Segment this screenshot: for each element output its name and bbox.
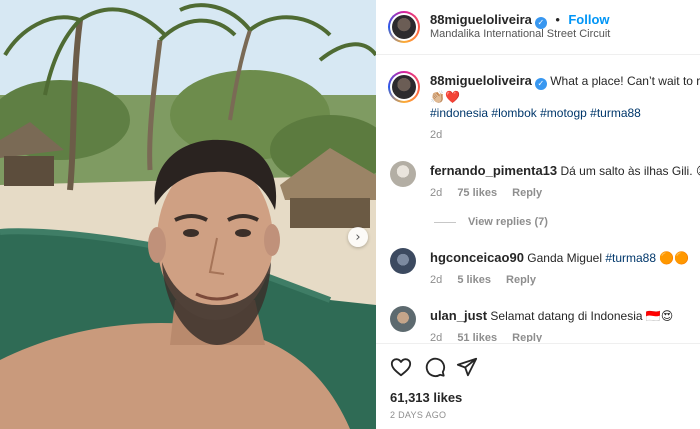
comment-meta: 2d 5 likes Reply	[430, 274, 548, 286]
view-replies-label: View replies (7)	[468, 216, 548, 228]
post-actions: 61,313 likes 2 DAYS AGO	[376, 343, 700, 429]
comment-emoji: 🟠🟠	[659, 251, 690, 265]
selfie-illustration	[0, 0, 376, 429]
comments-section: 88migueloliveira ✓ What a place! Can’t wa…	[376, 56, 700, 342]
location-link[interactable]: Mandalika International Street Circuit	[430, 28, 610, 40]
comment-meta: 2d 75 likes Reply	[430, 187, 554, 199]
likes-count[interactable]: 61,313 likes	[390, 390, 462, 405]
hashtag-link[interactable]: #turma88	[590, 106, 641, 120]
comment-body: Selamat datang di Indonesia 🇮🇩😍	[490, 309, 674, 323]
comment-time: 2d	[430, 187, 443, 199]
reply-button[interactable]: Reply	[512, 332, 542, 342]
hashtag-link[interactable]: #indonesia	[430, 106, 488, 120]
caption-author-avatar[interactable]	[388, 71, 420, 103]
paper-plane-icon[interactable]	[456, 356, 478, 378]
comment-meta: 2d 51 likes Reply	[430, 332, 554, 342]
post-photo[interactable]: ›	[0, 0, 376, 429]
post-side-panel: 88migueloliveira ✓ • Follow Mandalika Int…	[376, 0, 700, 429]
hashtag-link[interactable]: #turma88	[605, 251, 656, 265]
comment-text: hgconceicao90 Ganda Miguel #turma88 🟠🟠	[430, 250, 689, 266]
comment-icon[interactable]	[424, 356, 446, 378]
caption-emoji: 👏🏼❤️	[430, 90, 460, 104]
comment-body: Dá um salto às ilhas Gili. 😉	[560, 164, 700, 178]
comment-likes[interactable]: 75 likes	[457, 187, 497, 199]
separator-dot: •	[555, 12, 560, 27]
post-date: 2 DAYS AGO	[390, 410, 447, 420]
author-username[interactable]: 88migueloliveira	[430, 12, 532, 27]
replies-divider	[434, 221, 456, 223]
follow-button[interactable]: Follow	[568, 12, 609, 27]
view-replies-button[interactable]: View replies (7)	[434, 216, 548, 228]
commenter-avatar[interactable]	[390, 161, 416, 187]
comment-username[interactable]: ulan_just	[430, 308, 487, 323]
carousel-next-button[interactable]: ›	[348, 227, 368, 247]
comment-text: ulan_just Selamat datang di Indonesia 🇮🇩…	[430, 308, 673, 324]
comment-time: 2d	[430, 274, 443, 286]
caption-hashtags: #indonesia #lombok #motogp #turma88	[430, 105, 641, 121]
caption-username[interactable]: 88migueloliveira	[430, 73, 532, 88]
reply-button[interactable]: Reply	[512, 187, 542, 199]
comment-time: 2d	[430, 332, 443, 342]
heart-icon[interactable]	[390, 356, 412, 378]
hashtag-link[interactable]: #motogp	[540, 106, 587, 120]
caption-time: 2d	[430, 129, 443, 141]
commenter-avatar[interactable]	[390, 306, 416, 332]
post-header: 88migueloliveira ✓ • Follow Mandalika Int…	[376, 0, 700, 55]
commenter-avatar[interactable]	[390, 248, 416, 274]
comment-username[interactable]: fernando_pimenta13	[430, 163, 557, 178]
verified-badge-icon: ✓	[534, 78, 547, 90]
comment-text: fernando_pimenta13 Dá um salto às ilhas …	[430, 163, 700, 179]
reply-button[interactable]: Reply	[506, 274, 536, 286]
caption-text: 88migueloliveira ✓ What a place! Can’t wa…	[430, 73, 700, 90]
comment-body: Ganda Miguel	[527, 251, 606, 265]
comment-username[interactable]: hgconceicao90	[430, 250, 524, 265]
hashtag-link[interactable]: #lombok	[491, 106, 536, 120]
comment-likes[interactable]: 5 likes	[457, 274, 491, 286]
caption-body: What a place! Can’t wait to ride	[550, 74, 700, 88]
author-avatar[interactable]	[388, 11, 420, 43]
comment-likes[interactable]: 51 likes	[457, 332, 497, 342]
